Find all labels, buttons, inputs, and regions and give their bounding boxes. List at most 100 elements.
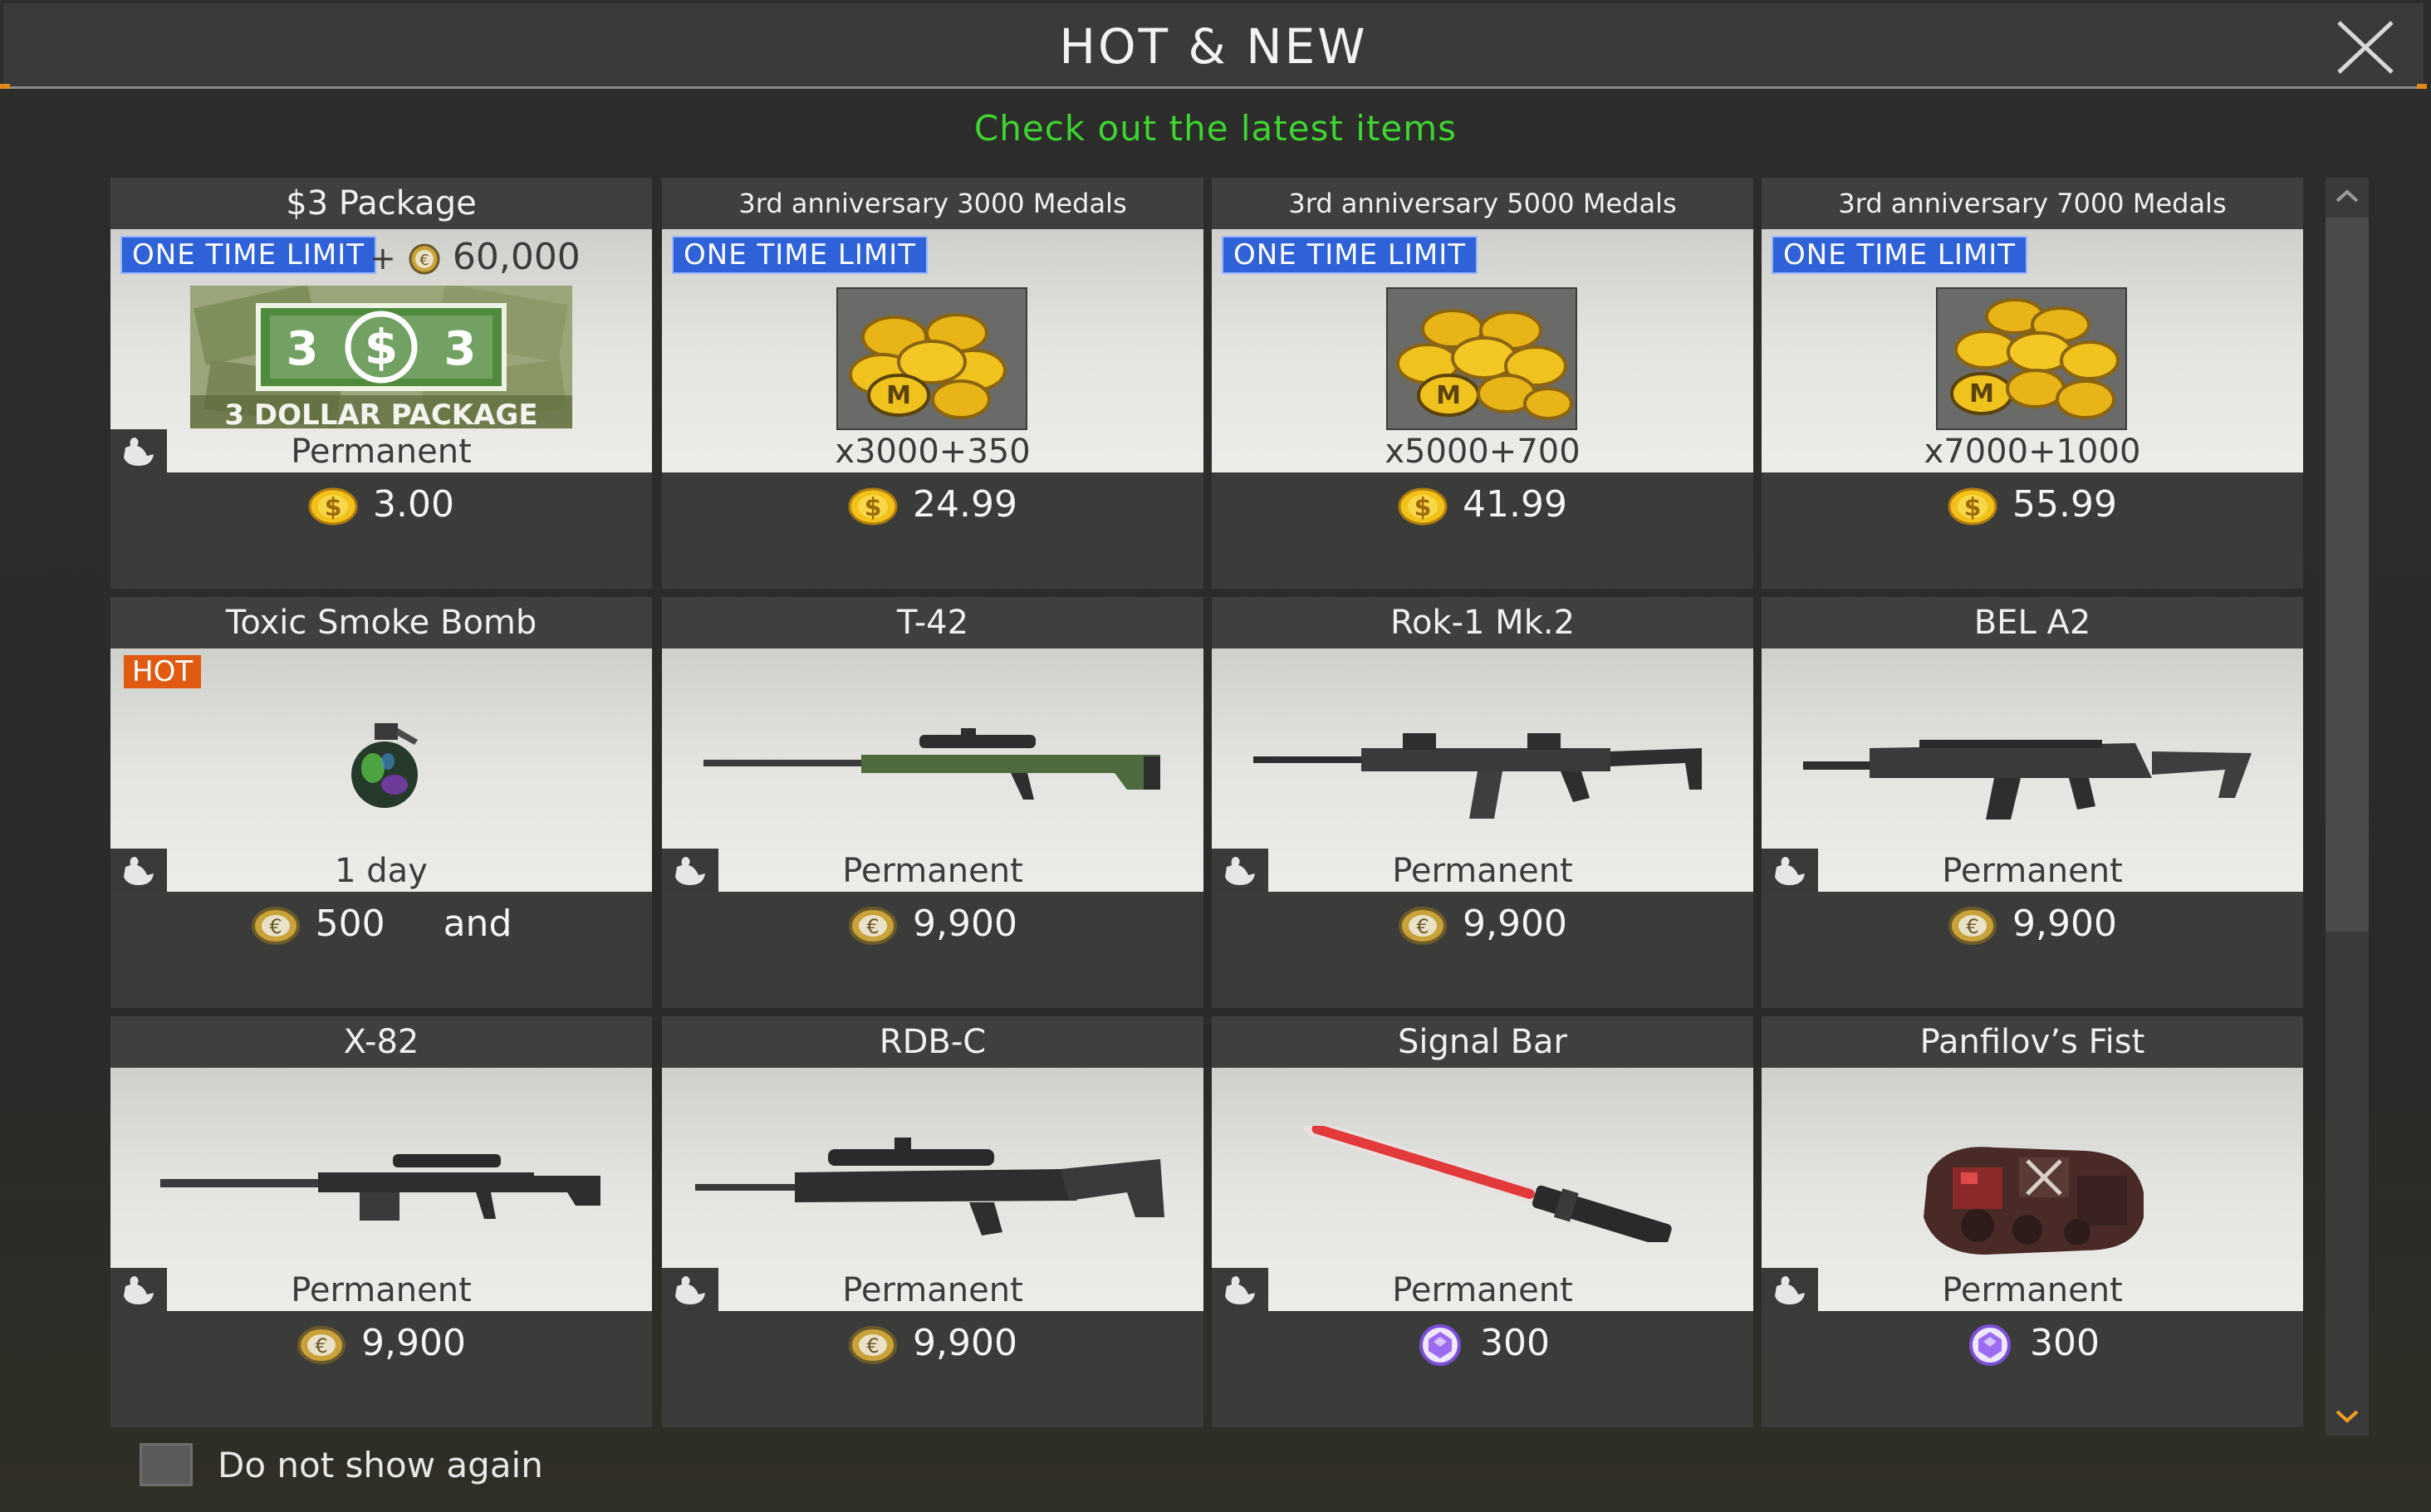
euro-coin-icon: €	[251, 907, 300, 945]
item-image-area: ONE TIME LIMIT M x5000+700	[1212, 229, 1753, 472]
item-image-area: Permanent	[662, 1068, 1203, 1311]
svg-text:$: $	[365, 319, 398, 375]
item-card[interactable]: X-82 Permanent €9,900	[110, 1016, 652, 1427]
assault-rifle-image	[1803, 740, 2252, 820]
euro-coin-icon: €	[409, 243, 440, 275]
sniper-rifle-image	[703, 728, 1160, 800]
item-price: $41.99	[1212, 483, 1753, 526]
item-duration: Permanent	[291, 1271, 472, 1309]
item-price: $24.99	[662, 483, 1203, 526]
limit-badge: ONE TIME LIMIT	[1222, 236, 1478, 274]
euro-coin-icon: €	[849, 1326, 898, 1364]
dollar-coin-icon: $	[848, 487, 898, 526]
price-suffix: and	[443, 903, 512, 945]
item-card[interactable]: Signal Bar Permanent 300	[1212, 1016, 1753, 1427]
price-value: 41.99	[1463, 483, 1567, 526]
close-icon[interactable]	[2332, 18, 2399, 76]
price-value: 9,900	[913, 1322, 1017, 1364]
svg-text:M: M	[1969, 379, 1994, 409]
gem-icon	[1419, 1324, 1461, 1366]
svg-text:$: $	[1964, 493, 1982, 522]
item-name: Rok-1 Mk.2	[1212, 597, 1753, 648]
item-image-area: Permanent	[662, 648, 1203, 892]
limit-badge: ONE TIME LIMIT	[120, 236, 377, 274]
item-image-area: HOT 1 day	[110, 648, 652, 892]
scrollbar[interactable]	[2326, 178, 2369, 1436]
scroll-up-icon[interactable]	[2334, 188, 2360, 204]
svg-text:€: €	[315, 1334, 327, 1358]
item-card[interactable]: Rok-1 Mk.2 Permanent €9,900	[1212, 597, 1753, 1008]
item-name: 3rd anniversary 5000 Medals	[1212, 178, 1753, 229]
svg-text:3: 3	[444, 322, 477, 376]
subtitle: Check out the latest items	[973, 108, 1458, 149]
svg-text:€: €	[1966, 915, 1978, 938]
item-duration: Permanent	[842, 1271, 1023, 1309]
euro-coin-icon: €	[849, 907, 898, 945]
item-card[interactable]: 3rd anniversary 3000 Medals ONE TIME LIM…	[662, 178, 1203, 589]
item-price: €9,900	[662, 903, 1203, 945]
svg-text:€: €	[1416, 915, 1429, 938]
gauntlet-image	[1924, 1147, 2144, 1255]
item-duration: Permanent	[1392, 852, 1573, 890]
item-card[interactable]: Panfilov’s Fist Permanent 300	[1762, 1016, 2303, 1427]
item-card[interactable]: 3rd anniversary 5000 Medals ONE TIME LIM…	[1212, 178, 1753, 589]
price-value: 300	[2030, 1322, 2100, 1364]
item-image-area: ONE TIME LIMIT + € 60,000 3 $ 3 3 DOLLAR…	[110, 229, 652, 472]
item-duration: Permanent	[842, 852, 1023, 890]
dollar-coin-icon: $	[308, 487, 358, 526]
item-card[interactable]: T-42 Permanent €9,900	[662, 597, 1203, 1008]
item-duration: x3000+350	[835, 433, 1031, 471]
corner-accent	[2417, 84, 2427, 89]
price-value: 55.99	[2012, 483, 2117, 526]
svg-text:3: 3	[287, 322, 319, 376]
item-image-area: Permanent	[1212, 1068, 1753, 1311]
item-price: €9,900	[110, 1322, 652, 1364]
bonus-value: 60,000	[452, 236, 581, 278]
corner-accent	[0, 84, 10, 89]
item-image-area: Permanent	[110, 1068, 652, 1311]
gem-icon	[1969, 1324, 2011, 1366]
price-value: 24.99	[913, 483, 1017, 526]
do-not-show-checkbox[interactable]	[140, 1443, 193, 1486]
sniper-rifle-image	[695, 1138, 1164, 1236]
scrollbar-thumb[interactable]	[2326, 218, 2369, 932]
item-image-area: ONE TIME LIMIT M x7000+1000	[1762, 229, 2303, 472]
euro-coin-icon: €	[1948, 907, 1997, 945]
item-card[interactable]: Toxic Smoke Bomb HOT 1 day €500 and	[110, 597, 652, 1008]
item-price: €9,900	[1762, 903, 2303, 945]
item-card[interactable]: BEL A2 Permanent €9,900	[1762, 597, 2303, 1008]
item-name: T-42	[662, 597, 1203, 648]
svg-text:$: $	[1414, 493, 1432, 522]
item-card[interactable]: $3 Package ONE TIME LIMIT + € 60,000 3 $…	[110, 178, 652, 589]
svg-text:€: €	[866, 1334, 879, 1358]
medal-pile-image: M	[1386, 287, 1577, 430]
svg-text:€: €	[419, 252, 429, 269]
svg-text:$: $	[865, 493, 882, 522]
item-price: $55.99	[1762, 483, 2303, 526]
item-duration: Permanent	[1392, 1271, 1573, 1309]
item-name: Signal Bar	[1212, 1016, 1753, 1068]
item-image-area: Permanent	[1212, 648, 1753, 892]
item-name: Toxic Smoke Bomb	[110, 597, 652, 648]
price-value: 9,900	[2012, 903, 2117, 945]
assault-rifle-image	[1253, 733, 1702, 819]
item-name: $3 Package	[110, 178, 652, 229]
item-duration: Permanent	[291, 433, 472, 471]
item-card[interactable]: 3rd anniversary 7000 Medals ONE TIME LIM…	[1762, 178, 2303, 589]
item-card[interactable]: RDB-C Permanent €9,900	[662, 1016, 1203, 1427]
dollar-coin-icon: $	[1398, 487, 1448, 526]
item-duration: x7000+1000	[1924, 433, 2141, 471]
bonus-amount: + € 60,000	[370, 236, 581, 278]
hot-new-dialog: { "header": {"title": "HOT & NEW", "subt…	[0, 0, 2431, 1512]
item-duration: 1 day	[335, 852, 428, 890]
scroll-down-icon[interactable]	[2334, 1408, 2360, 1425]
item-duration: Permanent	[1942, 1271, 2123, 1309]
svg-text:M: M	[1436, 381, 1461, 410]
item-image-area: Permanent	[1762, 648, 2303, 892]
plus-icon: +	[370, 240, 396, 276]
item-price: €500 and	[110, 903, 652, 945]
item-price: $3.00	[110, 483, 652, 526]
price-value: 500	[315, 903, 385, 945]
item-price: €9,900	[662, 1322, 1203, 1364]
svg-text:€: €	[269, 915, 282, 938]
